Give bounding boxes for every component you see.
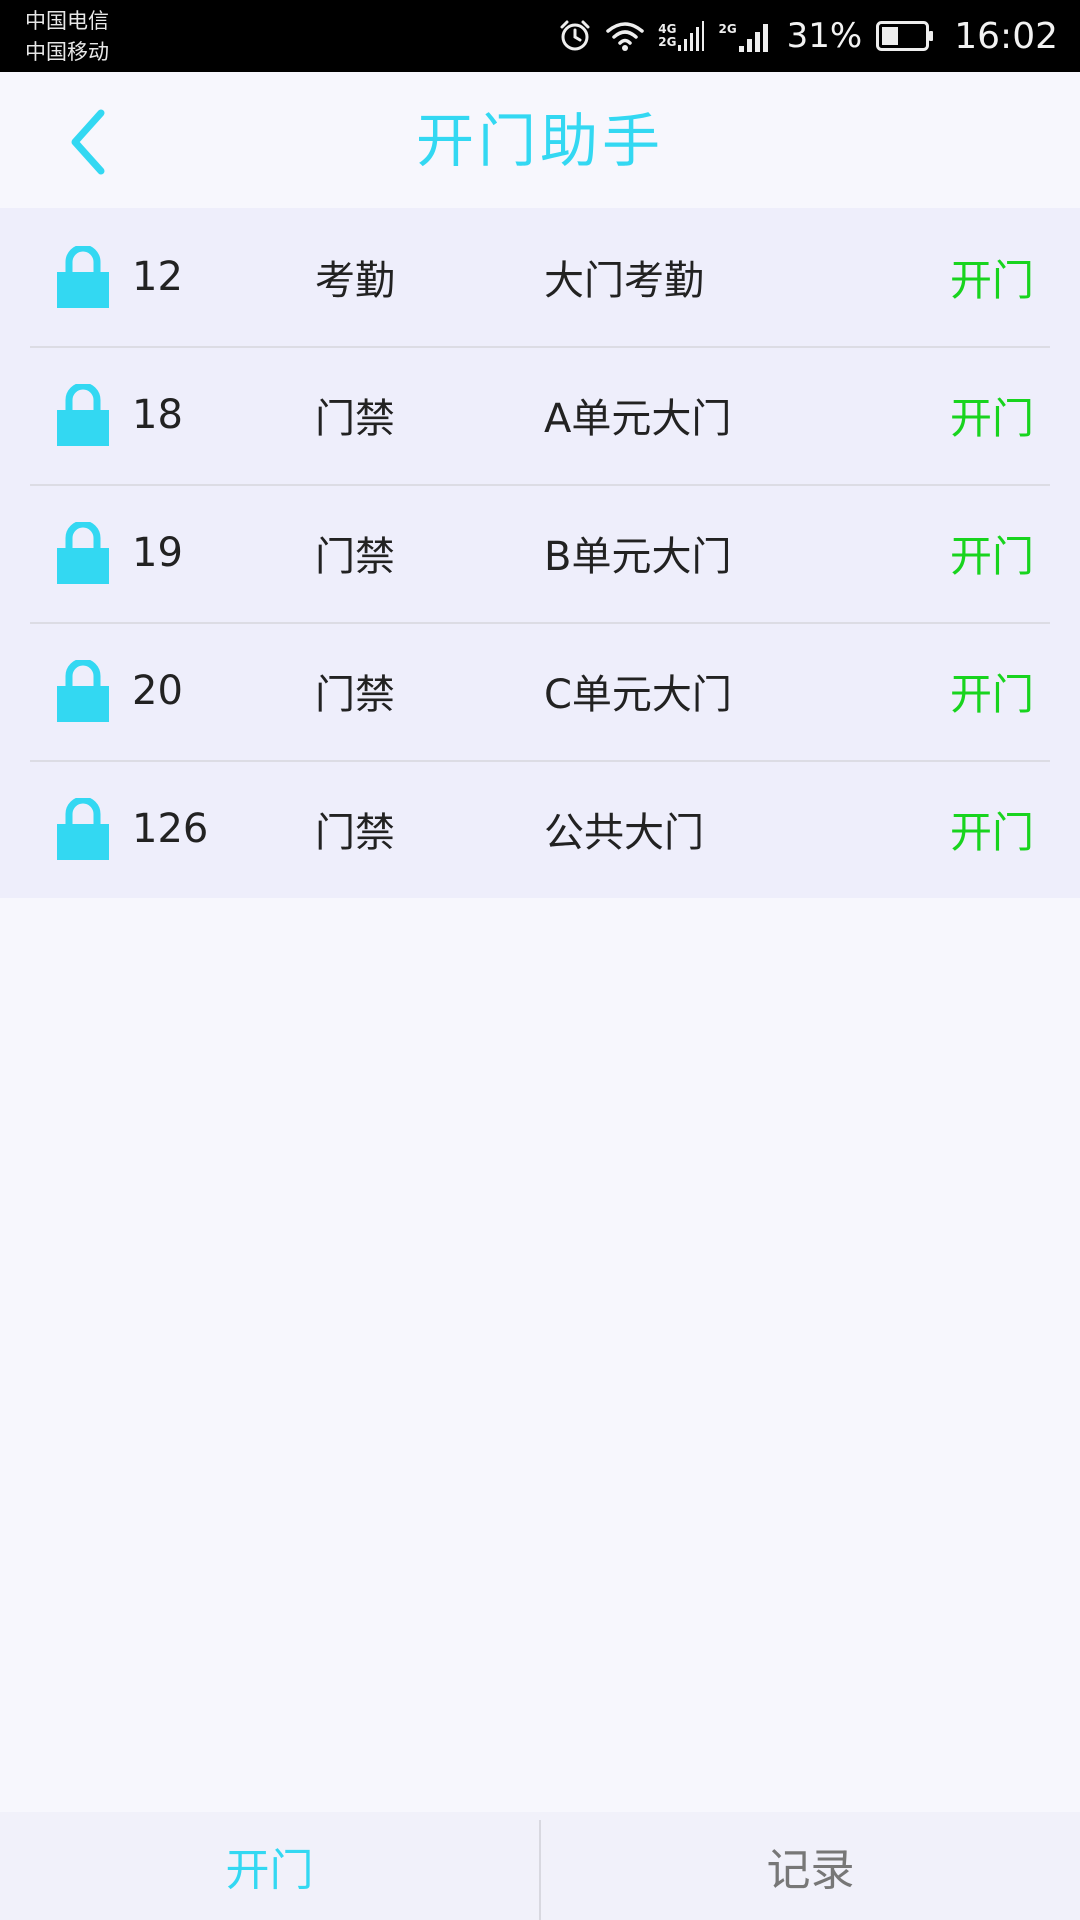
door-id: 19	[132, 530, 183, 576]
open-door-button[interactable]: 开门	[950, 622, 1034, 760]
door-id: 18	[132, 392, 183, 438]
app-header: 开门助手	[0, 72, 1080, 208]
lock-icon	[57, 244, 109, 312]
door-type: 门禁	[315, 396, 395, 442]
network-type-label: 2G	[718, 22, 737, 36]
tab-open[interactable]: 开门	[0, 1812, 539, 1920]
door-id: 20	[132, 668, 183, 714]
door-row: 126 门禁 公共大门 开门	[0, 760, 1080, 898]
door-type: 门禁	[315, 672, 395, 718]
door-name: B单元大门	[544, 534, 732, 580]
lock-icon	[57, 796, 109, 864]
carrier-name: 中国移动	[25, 40, 109, 64]
signal-icon: 4G 2G	[658, 21, 705, 51]
door-row: 12 考勤 大门考勤 开门	[0, 208, 1080, 346]
door-id: 126	[132, 806, 209, 852]
clock: 16:02	[954, 15, 1058, 57]
lock-icon	[57, 658, 109, 726]
open-door-button[interactable]: 开门	[950, 484, 1034, 622]
signal-icon: 2G	[718, 20, 772, 52]
tab-records[interactable]: 记录	[541, 1812, 1080, 1920]
alarm-icon	[558, 19, 592, 53]
door-list: 12 考勤 大门考勤 开门 18 门禁 A单元大门 开门 19 门禁 B单元大门 开门 20 门禁 C单元大…	[0, 208, 1080, 898]
status-icons: 4G 2G 2G 31% 16:02	[558, 0, 1058, 72]
door-name: 公共大门	[544, 810, 704, 856]
door-type: 门禁	[315, 534, 395, 580]
wifi-icon	[606, 20, 645, 52]
lock-icon	[57, 520, 109, 588]
network-type-label: 2G	[658, 35, 677, 49]
door-name: C单元大门	[544, 672, 732, 718]
door-type: 考勤	[315, 258, 395, 304]
door-type: 门禁	[315, 810, 395, 856]
open-door-button[interactable]: 开门	[950, 208, 1034, 346]
door-row: 20 门禁 C单元大门 开门	[0, 622, 1080, 760]
door-id: 12	[132, 254, 183, 300]
battery-icon	[876, 21, 934, 51]
status-bar: 中国电信 中国移动 4G 2G 2G 31% 16:02	[0, 0, 1080, 72]
lock-icon	[57, 382, 109, 450]
door-row: 18 门禁 A单元大门 开门	[0, 346, 1080, 484]
door-name: A单元大门	[544, 396, 732, 442]
door-row: 19 门禁 B单元大门 开门	[0, 484, 1080, 622]
open-door-button[interactable]: 开门	[950, 760, 1034, 898]
battery-percent: 31%	[786, 16, 863, 56]
carrier-info: 中国电信 中国移动	[25, 6, 109, 68]
bottom-tab-bar: 开门 记录	[0, 1812, 1080, 1920]
page-title: 开门助手	[415, 107, 664, 175]
door-name: 大门考勤	[544, 258, 704, 304]
carrier-name: 中国电信	[25, 9, 109, 33]
open-door-button[interactable]: 开门	[950, 346, 1034, 484]
